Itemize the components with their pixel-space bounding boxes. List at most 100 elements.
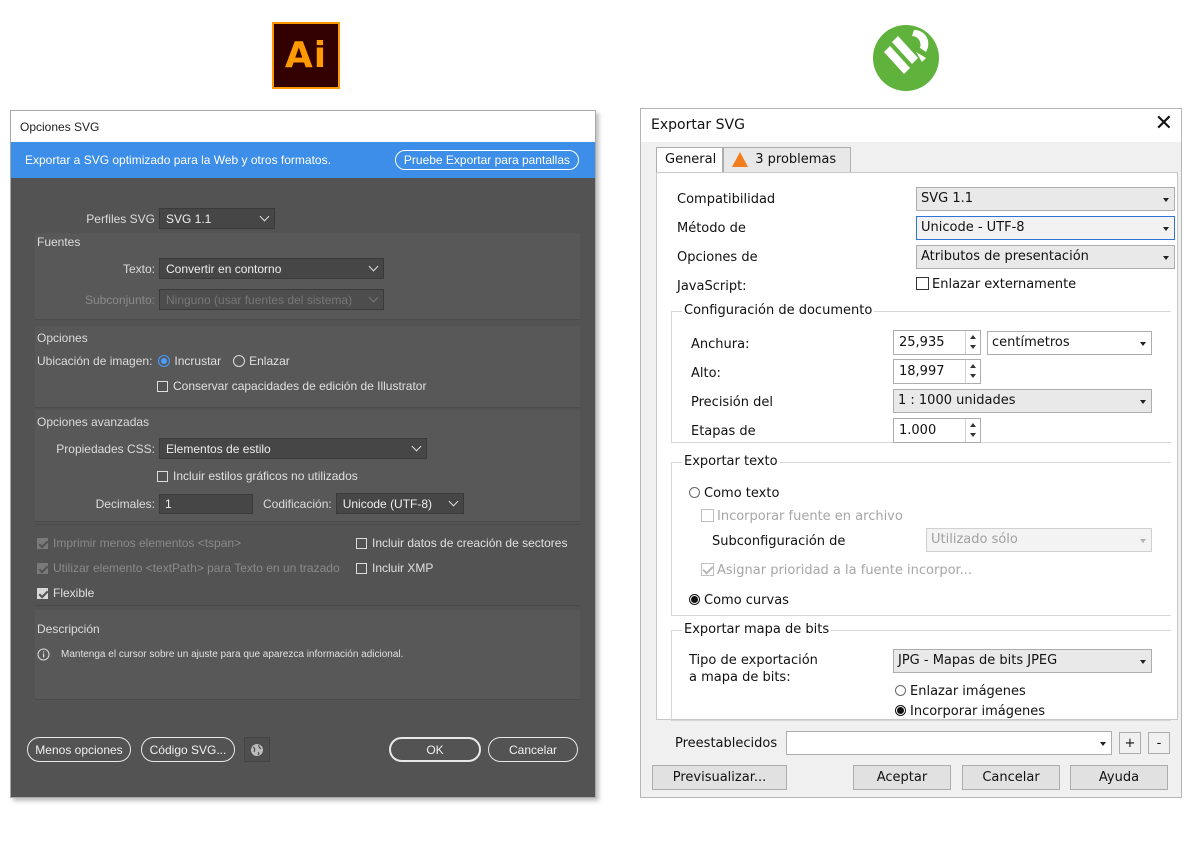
- dropdown-arrow-icon: [1140, 400, 1146, 404]
- text-value: Convertir en contorno: [166, 261, 282, 276]
- advanced-section-title: Opciones avanzadas: [37, 415, 150, 429]
- css-properties-label: Propiedades CSS:: [56, 441, 155, 456]
- slices-label: Incluir datos de creación de sectores: [372, 536, 568, 550]
- width-spinner[interactable]: 25,935: [893, 330, 981, 355]
- svg-profiles-value: SVG 1.1: [166, 211, 212, 226]
- export-banner: Exportar a SVG optimizado para la Web y …: [11, 142, 595, 178]
- try-export-for-screens-button[interactable]: Pruebe Exportar para pantallas: [394, 150, 579, 170]
- dialog-title: Exportar SVG: [651, 117, 745, 133]
- spinner-arrows-icon[interactable]: [965, 360, 980, 383]
- add-preset-button[interactable]: +: [1119, 732, 1141, 754]
- options-section-title: Opciones: [37, 331, 88, 345]
- preserve-editing-checkbox[interactable]: [157, 380, 168, 392]
- units-select[interactable]: centímetros: [987, 331, 1152, 355]
- embed-font-checkbox: [701, 509, 714, 522]
- ok-button[interactable]: OK: [389, 737, 481, 762]
- illustrator-logo: Ai: [272, 22, 340, 89]
- xmp-checkbox[interactable]: [356, 562, 367, 574]
- presets-select[interactable]: [786, 731, 1112, 755]
- as-text-radio[interactable]: [689, 487, 700, 498]
- info-icon: [37, 648, 50, 661]
- description-section-title: Descripción: [37, 622, 100, 636]
- js-link-label: Enlazar externamente: [932, 277, 1077, 292]
- accept-button[interactable]: Aceptar: [853, 765, 951, 790]
- text-select[interactable]: Convertir en contorno: [159, 258, 384, 279]
- as-text-option[interactable]: Como texto: [689, 486, 779, 501]
- spinner-arrows-icon[interactable]: [965, 331, 980, 354]
- subconfig-value: Utilizado sólo: [931, 532, 1018, 547]
- as-text-label: Como texto: [704, 486, 780, 501]
- css-properties-select[interactable]: Elementos de estilo: [159, 438, 427, 459]
- as-curves-radio[interactable]: [689, 594, 700, 605]
- encoding-select[interactable]: Unicode (UTF-8): [335, 493, 464, 514]
- embed-images-option[interactable]: Incorporar imágenes: [895, 704, 1045, 719]
- steps-spinner[interactable]: 1.000: [893, 418, 981, 443]
- unused-styles-checkbox[interactable]: [157, 470, 168, 482]
- embed-radio[interactable]: [158, 355, 171, 367]
- remove-preset-button[interactable]: -: [1148, 732, 1170, 754]
- close-icon[interactable]: ✕: [1155, 113, 1173, 135]
- spinner-arrows-icon[interactable]: [965, 419, 980, 442]
- less-options-button[interactable]: Menos opciones: [27, 737, 131, 762]
- width-label: Anchura:: [691, 337, 750, 352]
- tspan-label: Imprimir menos elementos <tspan>: [53, 536, 242, 550]
- embed-images-radio[interactable]: [895, 705, 906, 716]
- method-select[interactable]: Unicode - UTF-8: [916, 216, 1175, 240]
- svg-profiles-label: Perfiles SVG: [86, 211, 155, 226]
- chevron-down-icon: [368, 261, 379, 272]
- responsive-checkbox[interactable]: [37, 587, 48, 599]
- tab-general[interactable]: General: [656, 147, 724, 174]
- decimals-label: Decimales:: [95, 496, 155, 511]
- steps-value: 1.000: [899, 423, 937, 438]
- link-radio[interactable]: [233, 355, 246, 367]
- method-label: Método de: [677, 221, 746, 236]
- slices-checkbox[interactable]: [356, 537, 367, 549]
- precision-label: Precisión del: [691, 395, 773, 410]
- js-link-checkbox[interactable]: [916, 277, 929, 290]
- priority-option: Asignar prioridad a la fuente incorpor..…: [701, 563, 972, 578]
- as-curves-option[interactable]: Como curvas: [689, 593, 789, 608]
- link-images-radio[interactable]: [895, 685, 906, 696]
- link-label: Enlazar: [249, 354, 290, 368]
- as-curves-label: Como curvas: [704, 593, 789, 608]
- description-text: Mantenga el cursor sobre un ajuste para …: [61, 649, 404, 660]
- height-label: Alto:: [691, 366, 721, 381]
- steps-label: Etapas de: [691, 424, 756, 439]
- tab-problems[interactable]: 3 problemas: [723, 147, 852, 173]
- embed-label: Incrustar: [174, 354, 222, 368]
- responsive-label: Flexible: [53, 586, 95, 600]
- cancel-button[interactable]: Cancelar: [962, 765, 1060, 790]
- svg-profiles-select[interactable]: SVG 1.1: [159, 208, 275, 229]
- dropdown-arrow-icon: [1100, 742, 1106, 746]
- encoding-label: Codificación:: [263, 496, 332, 511]
- link-images-label: Enlazar imágenes: [910, 684, 1026, 699]
- chevron-down-icon: [259, 211, 270, 222]
- options-label: Opciones de: [677, 250, 758, 265]
- dialog-body: Perfiles SVG SVG 1.1 Fuentes Texto: Conv…: [11, 178, 595, 798]
- preview-button[interactable]: Previsualizar...: [652, 765, 787, 790]
- js-link-option[interactable]: Enlazar externamente: [916, 277, 1076, 292]
- preserve-editing-label: Conservar capacidades de edición de Illu…: [173, 379, 427, 393]
- tab-general-label: General: [665, 152, 717, 167]
- web-preview-button[interactable]: [244, 737, 270, 762]
- bitmap-type-label-line2: a mapa de bits:: [689, 670, 791, 685]
- height-spinner[interactable]: 18,997: [893, 359, 981, 384]
- export-bitmap-title: Exportar mapa de bits: [682, 622, 832, 637]
- method-value: Unicode - UTF-8: [921, 220, 1025, 235]
- width-value: 25,935: [899, 335, 945, 350]
- svg-code-button[interactable]: Código SVG...: [141, 737, 235, 762]
- bitmap-type-select[interactable]: JPG - Mapas de bits JPEG: [893, 649, 1152, 673]
- presets-label: Preestablecidos: [675, 736, 778, 751]
- options-select[interactable]: Atributos de presentación: [916, 245, 1175, 269]
- subset-value: Ninguno (usar fuentes del sistema): [166, 292, 353, 307]
- help-button[interactable]: Ayuda: [1070, 765, 1168, 790]
- cancel-button[interactable]: Cancelar: [488, 737, 578, 762]
- precision-select[interactable]: 1 : 1000 unidades: [893, 389, 1152, 413]
- xmp-label: Incluir XMP: [372, 561, 434, 575]
- image-location-label: Ubicación de imagen:: [37, 354, 153, 368]
- link-images-option[interactable]: Enlazar imágenes: [895, 684, 1026, 699]
- compat-select[interactable]: SVG 1.1: [916, 187, 1175, 211]
- subset-label: Subconjunto:: [84, 292, 155, 307]
- decimals-input[interactable]: 1: [159, 493, 253, 514]
- dropdown-arrow-icon: [1163, 227, 1169, 231]
